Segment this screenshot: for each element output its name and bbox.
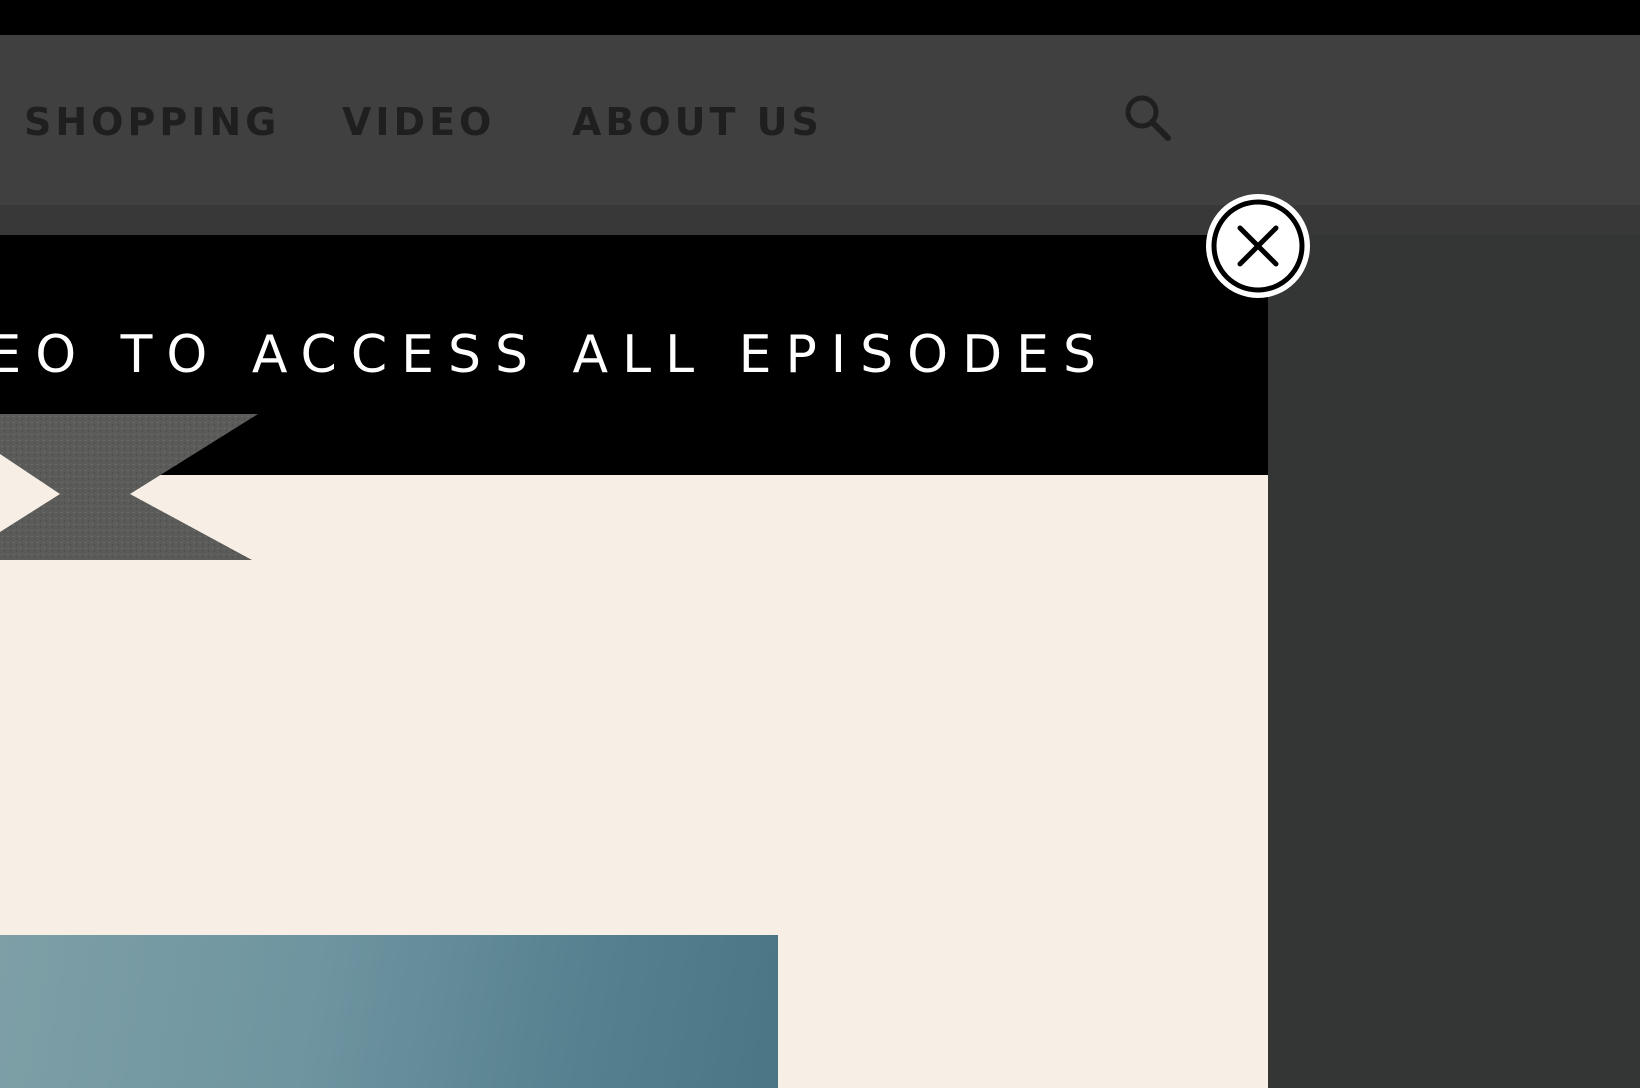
close-circle-icon[interactable] — [1206, 194, 1310, 298]
page: SHOPPING VIDEO ABOUT US VIDEO TO ACCESS … — [0, 0, 1640, 1088]
modal-heading: VIDEO TO ACCESS ALL EPISODES — [0, 325, 1110, 385]
video-thumbnail[interactable] — [0, 935, 778, 1088]
site-navbar: SHOPPING VIDEO ABOUT US — [0, 35, 1640, 205]
browser-top-bar — [0, 0, 1640, 35]
nav-item-video[interactable]: VIDEO — [342, 99, 495, 145]
nav-item-about-us[interactable]: ABOUT US — [572, 99, 823, 145]
search-icon[interactable] — [1122, 92, 1174, 144]
navbar-shadow — [0, 205, 1640, 235]
nav-item-shopping[interactable]: SHOPPING — [24, 99, 280, 145]
brand-x-logo — [0, 414, 262, 560]
